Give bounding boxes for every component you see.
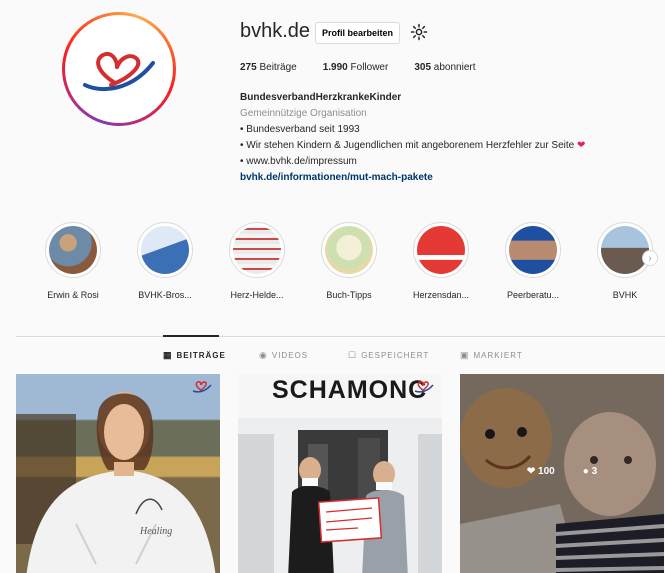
tab-markiert[interactable]: ▣ MARKIERT [460,350,523,361]
bvhk-watermark-icon [192,381,212,393]
highlight-thumbnail [325,226,373,274]
bio-line: • www.bvhk.de/impressum [240,156,357,167]
heart-icon: ❤ [526,466,536,477]
tab-gespeichert[interactable]: ☐ GESPEICHERT [348,350,429,361]
stat-posts: 275 Beiträge [240,62,297,73]
highlight-erwin-rosi[interactable]: Erwin & Rosi [38,222,108,300]
profile-link[interactable]: bvhk.de/informationen/mut-mach-pakete [240,170,650,186]
bookmark-icon: ☐ [348,350,358,360]
post-image-cyclist: Healing [16,392,216,573]
bio-line: • Bundesverband seit 1993 [240,124,360,135]
heart-icon: ❤ [577,140,586,151]
post-thumbnail[interactable]: ❤ 100 ● 3 [460,374,664,573]
full-name: BundesverbandHerzkrankeKinder [240,92,402,103]
profile-stats: 275 Beiträge 1.990 Follower 305 abonnier… [240,62,476,73]
tab-beitraege[interactable]: ▦ BEITRÄGE [163,350,226,361]
profile-bio: BundesverbandHerzkrankeKinder Gemeinnütz… [240,90,650,186]
post-comments: ● 3 [582,466,598,477]
stat-followers[interactable]: 1.990 Follower [323,62,389,73]
gear-icon[interactable] [410,23,428,41]
bio-line-with-heart: • Wir stehen Kindern & Jugendlichen mit … [240,140,586,151]
tabs-divider [16,336,665,337]
category-label: Gemeinnützige Organisation [240,108,367,119]
tag-icon: ▣ [460,350,470,360]
video-icon: ◉ [259,350,268,360]
username: bvhk.de [240,20,311,42]
chevron-right-icon[interactable]: › [642,250,658,266]
bvhk-heart-logo [83,52,155,92]
post-thumbnail[interactable]: SCHAMONC [238,374,442,573]
stat-following[interactable]: 305 abonniert [414,62,475,73]
bvhk-watermark-icon [414,381,434,393]
post-hover-stats: ❤ 100 ● 3 [460,466,664,477]
sign-text: SCHAMONC [272,376,428,404]
grid-icon: ▦ [163,350,173,360]
post-thumbnail[interactable]: Healing [16,374,220,573]
active-tab-indicator [163,335,219,337]
highlight-thumbnail [509,226,557,274]
story-highlights: Erwin & Rosi BVHK-Bros... Herz-Helde... … [38,222,660,300]
profile-picture[interactable] [62,12,176,126]
highlight-buch-tipps[interactable]: Buch-Tipps [314,222,384,300]
comment-icon: ● [582,466,589,477]
highlight-thumbnail [49,226,97,274]
highlight-thumbnail [417,226,465,274]
tab-videos[interactable]: ◉ VIDEOS [259,350,308,361]
post-likes: ❤ 100 [526,466,555,477]
posts-grid: Healing SCHAMONC ❤ 100 ● 3 [16,374,664,573]
highlight-peerberatung[interactable]: Peerberatu... [498,222,568,300]
highlight-herzensdank[interactable]: Herzensdan... [406,222,476,300]
highlight-thumbnail [233,226,281,274]
highlight-thumbnail [601,226,649,274]
highlight-herz-helden[interactable]: Herz-Helde... [222,222,292,300]
highlight-thumbnail [141,226,189,274]
highlight-bvhk-broschueren[interactable]: BVHK-Bros... [130,222,200,300]
svg-text:Healing: Healing [139,526,172,537]
edit-profile-button[interactable]: Profil bearbeiten [315,22,401,44]
